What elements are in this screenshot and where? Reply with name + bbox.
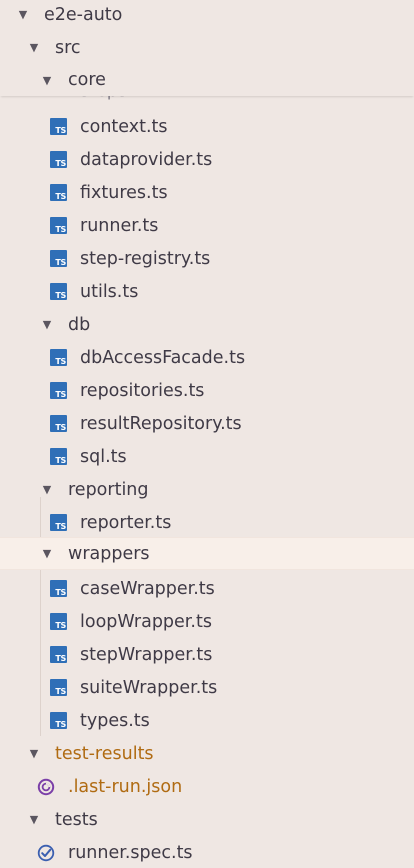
chevron-down-icon: ▼ bbox=[29, 41, 39, 54]
folder-label: tests bbox=[55, 809, 98, 830]
chevron-down-icon: ▼ bbox=[29, 747, 39, 760]
typescript-file-icon: TS bbox=[50, 151, 67, 168]
file-label: utils.ts bbox=[80, 281, 139, 302]
folder-reporting[interactable]: ▼ reporting bbox=[0, 473, 414, 506]
chevron-down-icon: ▼ bbox=[42, 73, 52, 87]
file-explorer-tree: steps ▼ e2e-auto ▼ src ▼ core TS context… bbox=[0, 0, 414, 868]
file-label: .last-run.json bbox=[68, 776, 183, 797]
file-reporter-ts[interactable]: TS reporter.ts bbox=[0, 506, 414, 539]
test-check-icon bbox=[37, 844, 55, 862]
file-stepwrapper-ts[interactable]: TS stepWrapper.ts bbox=[0, 638, 414, 671]
file-label: step-registry.ts bbox=[80, 248, 211, 269]
chevron-down-icon: ▼ bbox=[42, 318, 52, 331]
folder-label: src bbox=[55, 37, 81, 58]
folder-label: test-results bbox=[55, 743, 154, 764]
typescript-file-icon: TS bbox=[50, 646, 67, 663]
file-loopwrapper-ts[interactable]: TS loopWrapper.ts bbox=[0, 605, 414, 638]
file-label: fixtures.ts bbox=[80, 182, 168, 203]
folder-label: wrappers bbox=[68, 543, 150, 564]
file-utils-ts[interactable]: TS utils.ts bbox=[0, 275, 414, 308]
typescript-file-icon: TS bbox=[50, 712, 67, 729]
file-types-ts[interactable]: TS types.ts bbox=[0, 704, 414, 737]
folder-e2e-auto[interactable]: ▼ e2e-auto bbox=[0, 0, 414, 31]
typescript-file-icon: TS bbox=[50, 217, 67, 234]
file-label: dbAccessFacade.ts bbox=[80, 347, 246, 368]
typescript-file-icon: TS bbox=[50, 349, 67, 366]
file-suitewrapper-ts[interactable]: TS suiteWrapper.ts bbox=[0, 671, 414, 704]
chevron-down-icon: ▼ bbox=[42, 547, 52, 560]
file-label: context.ts bbox=[80, 116, 168, 137]
file-label: suiteWrapper.ts bbox=[80, 677, 218, 698]
folder-core[interactable]: ▼ core bbox=[0, 64, 414, 96]
folder-label: db bbox=[68, 314, 91, 335]
folder-wrappers[interactable]: ▼ wrappers bbox=[0, 537, 414, 570]
typescript-file-icon: TS bbox=[50, 283, 67, 300]
file-dbaccessfacade-ts[interactable]: TS dbAccessFacade.ts bbox=[0, 341, 414, 374]
typescript-file-icon: TS bbox=[50, 613, 67, 630]
folder-label: e2e-auto bbox=[44, 4, 123, 25]
file-last-run-json[interactable]: .last-run.json bbox=[0, 770, 414, 803]
indent-guide bbox=[40, 497, 41, 537]
chevron-down-icon: ▼ bbox=[29, 813, 39, 826]
folder-db[interactable]: ▼ db bbox=[0, 308, 414, 341]
file-fixtures-ts[interactable]: TS fixtures.ts bbox=[0, 176, 414, 209]
file-label: runner.spec.ts bbox=[68, 842, 193, 863]
typescript-file-icon: TS bbox=[50, 118, 67, 135]
file-label: types.ts bbox=[80, 710, 150, 731]
folder-label: reporting bbox=[68, 479, 149, 500]
indent-guide bbox=[40, 570, 41, 736]
file-context-ts[interactable]: TS context.ts bbox=[0, 110, 414, 143]
file-resultrepository-ts[interactable]: TS resultRepository.ts bbox=[0, 407, 414, 440]
file-step-registry-ts[interactable]: TS step-registry.ts bbox=[0, 242, 414, 275]
file-label: caseWrapper.ts bbox=[80, 578, 215, 599]
folder-label: core bbox=[68, 70, 106, 90]
typescript-file-icon: TS bbox=[50, 415, 67, 432]
typescript-file-icon: TS bbox=[50, 580, 67, 597]
file-label: repositories.ts bbox=[80, 380, 205, 401]
file-sql-ts[interactable]: TS sql.ts bbox=[0, 440, 414, 473]
file-runner-ts[interactable]: TS runner.ts bbox=[0, 209, 414, 242]
file-label: resultRepository.ts bbox=[80, 413, 242, 434]
file-label: sql.ts bbox=[80, 446, 127, 467]
chevron-down-icon: ▼ bbox=[18, 8, 28, 21]
typescript-file-icon: TS bbox=[50, 250, 67, 267]
file-label: dataprovider.ts bbox=[80, 149, 213, 170]
file-label: runner.ts bbox=[80, 215, 159, 236]
typescript-file-icon: TS bbox=[50, 184, 67, 201]
file-label: stepWrapper.ts bbox=[80, 644, 213, 665]
typescript-file-icon: TS bbox=[50, 679, 67, 696]
file-repositories-ts[interactable]: TS repositories.ts bbox=[0, 374, 414, 407]
file-dataprovider-ts[interactable]: TS dataprovider.ts bbox=[0, 143, 414, 176]
file-casewrapper-ts[interactable]: TS caseWrapper.ts bbox=[0, 572, 414, 605]
folder-tests[interactable]: ▼ tests bbox=[0, 803, 414, 836]
folder-src[interactable]: ▼ src bbox=[0, 31, 414, 64]
folder-test-results[interactable]: ▼ test-results bbox=[0, 737, 414, 770]
json-icon bbox=[37, 778, 55, 796]
file-label: loopWrapper.ts bbox=[80, 611, 212, 632]
typescript-file-icon: TS bbox=[50, 448, 67, 465]
file-label: reporter.ts bbox=[80, 512, 172, 533]
chevron-down-icon: ▼ bbox=[42, 483, 52, 496]
typescript-file-icon: TS bbox=[50, 514, 67, 531]
typescript-file-icon: TS bbox=[50, 382, 67, 399]
file-runner-spec-ts[interactable]: runner.spec.ts bbox=[0, 836, 414, 868]
